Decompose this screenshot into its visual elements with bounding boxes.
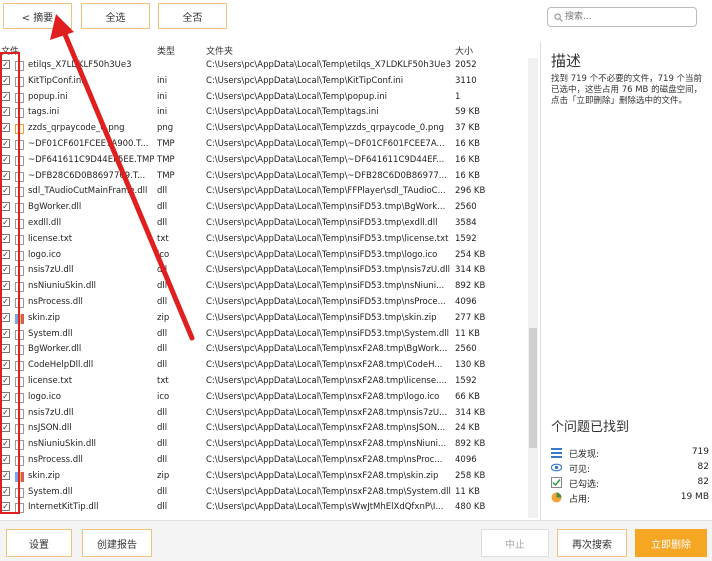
annotation-arrow-icon xyxy=(50,14,195,341)
